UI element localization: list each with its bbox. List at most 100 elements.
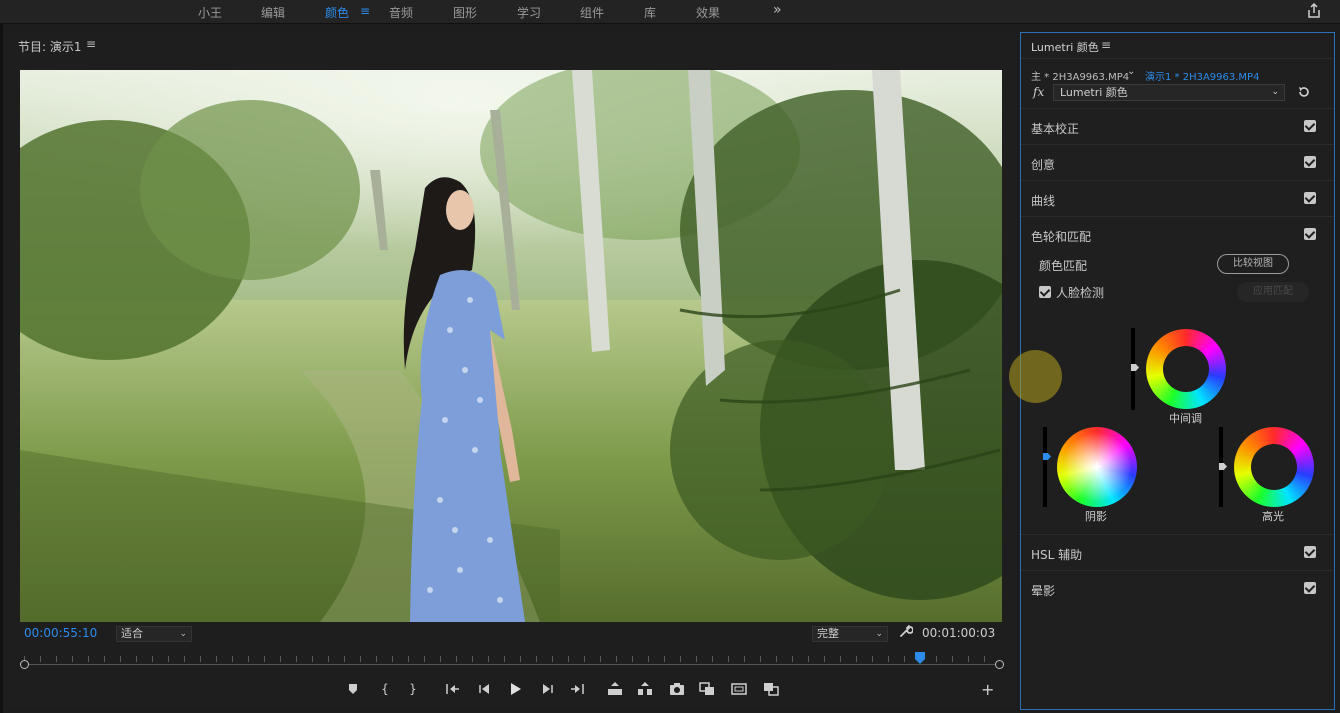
chevron-down-icon[interactable]: ⌄ — [1127, 66, 1135, 77]
workspace-tab-color[interactable]: 颜色 — [325, 4, 349, 21]
shadows-label: 阴影 — [1085, 510, 1107, 523]
lumetri-color-panel: Lumetri 颜色 ≡ 主 * 2H3A9963.MP4 ⌄ 演示1 * 2H… — [1020, 32, 1335, 710]
slider-knob[interactable] — [1131, 364, 1139, 371]
section-enable-checkbox[interactable] — [1304, 120, 1316, 132]
midtones-label: 中间调 — [1169, 412, 1202, 425]
highlights-wheel[interactable] — [1234, 427, 1314, 507]
section-vignette[interactable]: 晕影 — [1021, 570, 1334, 606]
workspace-tab-libraries[interactable]: 库 — [644, 4, 656, 21]
workspace-tab-xiaowang[interactable]: 小王 — [198, 4, 222, 21]
go-to-in-icon[interactable] — [444, 680, 462, 698]
section-label: 创意 — [1031, 158, 1056, 172]
slider-knob[interactable] — [1219, 463, 1227, 470]
face-detection-label: 人脸检测 — [1056, 286, 1105, 300]
section-label: 色轮和匹配 — [1031, 230, 1092, 244]
slider-knob[interactable] — [1043, 453, 1051, 460]
zoom-level-value: 适合 — [121, 627, 143, 640]
left-edge — [0, 0, 3, 713]
program-title[interactable]: 节目: 演示1 — [18, 38, 82, 55]
apply-match-button[interactable]: 应用匹配 — [1237, 282, 1309, 302]
step-forward-icon[interactable] — [538, 680, 556, 698]
out-point-handle[interactable] — [995, 660, 1004, 669]
marker-icon[interactable] — [344, 680, 362, 698]
zoom-level-dropdown[interactable]: 适合 ⌄ — [116, 626, 192, 642]
crosshair-icon: + — [1091, 459, 1103, 475]
section-basic-correction[interactable]: 基本校正 — [1021, 108, 1334, 144]
workspace-tab-assembly[interactable]: 组件 — [580, 4, 604, 21]
double-chevron-right-icon[interactable]: » — [773, 2, 782, 18]
section-curves[interactable]: 曲线 — [1021, 180, 1334, 216]
effect-value: Lumetri 颜色 — [1060, 86, 1128, 99]
lumetri-header: Lumetri 颜色 ≡ — [1021, 33, 1334, 59]
color-match-label: 颜色匹配 — [1039, 259, 1088, 273]
lift-icon[interactable] — [606, 680, 624, 698]
shadows-wheel[interactable]: + — [1057, 427, 1137, 507]
current-timecode[interactable]: 00:00:55:10 — [24, 626, 97, 640]
playback-resolution-value: 完整 — [817, 627, 839, 640]
cursor-highlight — [1009, 350, 1062, 403]
play-icon[interactable] — [506, 680, 524, 698]
workspace-bar: 小王 编辑 颜色 ≡ 音频 图形 学习 组件 库 效果 » — [0, 0, 1340, 24]
go-to-out-icon[interactable] — [568, 680, 586, 698]
section-creative[interactable]: 创意 — [1021, 144, 1334, 180]
section-enable-checkbox[interactable] — [1304, 192, 1316, 204]
video-frame[interactable] — [20, 70, 1002, 622]
hamburger-menu-icon[interactable]: ≡ — [1101, 38, 1111, 52]
ruler-ticks — [24, 656, 998, 662]
extract-icon[interactable] — [636, 680, 654, 698]
hamburger-menu-icon[interactable]: ≡ — [86, 37, 96, 51]
program-header: 节目: 演示1 ≡ — [4, 32, 1016, 58]
workspace-tab-edit[interactable]: 编辑 — [261, 4, 285, 21]
compare-view-icon[interactable] — [698, 680, 716, 698]
shadows-luma-slider[interactable] — [1043, 427, 1051, 507]
workspace-menu-icon[interactable]: ≡ — [360, 4, 370, 18]
playhead-icon[interactable] — [915, 652, 926, 664]
wheel-center — [1251, 444, 1297, 490]
face-detection-checkbox[interactable] — [1039, 286, 1051, 298]
section-hsl-secondary[interactable]: HSL 辅助 — [1021, 534, 1334, 570]
safe-margins-icon[interactable] — [730, 680, 748, 698]
section-enable-checkbox[interactable] — [1304, 156, 1316, 168]
section-enable-checkbox[interactable] — [1304, 582, 1316, 594]
workspace-tab-graphics[interactable]: 图形 — [453, 4, 477, 21]
share-icon[interactable] — [1306, 3, 1322, 19]
proxy-toggle-icon[interactable] — [762, 680, 780, 698]
transport-controls: { } — [334, 680, 784, 700]
video-image — [20, 70, 1002, 622]
fx-icon[interactable]: fx — [1033, 85, 1044, 99]
duration-timecode: 00:01:00:03 — [922, 626, 996, 640]
highlights-luma-slider[interactable] — [1219, 427, 1227, 507]
midtones-wheel[interactable] — [1146, 329, 1226, 409]
mark-in-icon[interactable]: { — [376, 680, 394, 698]
mark-out-icon[interactable]: } — [404, 680, 422, 698]
chevron-down-icon: ⌄ — [1271, 87, 1279, 97]
workspace-tab-effects[interactable]: 效果 — [696, 4, 720, 21]
section-label: HSL 辅助 — [1031, 548, 1083, 562]
wheel-center — [1163, 346, 1209, 392]
master-clip-tab[interactable]: 主 * 2H3A9963.MP4 — [1031, 68, 1129, 83]
playback-resolution-dropdown[interactable]: 完整 ⌄ — [812, 626, 888, 642]
step-back-icon[interactable] — [476, 680, 494, 698]
section-label: 晕影 — [1031, 584, 1056, 598]
add-button[interactable]: + — [981, 681, 994, 699]
compare-view-button[interactable]: 比较视图 — [1217, 254, 1289, 274]
workspace-tab-learn[interactable]: 学习 — [517, 4, 541, 21]
program-monitor: 节目: 演示1 ≡ 00:00:55:10 适合 ⌄ 完整 ⌄ 00:01:00… — [4, 32, 1016, 708]
wrench-icon[interactable] — [899, 624, 913, 638]
camera-icon[interactable] — [668, 680, 686, 698]
in-point-handle[interactable] — [20, 660, 29, 669]
section-label: 基本校正 — [1031, 122, 1080, 136]
highlights-label: 高光 — [1262, 510, 1284, 523]
timeline-ruler[interactable] — [20, 652, 1004, 670]
reset-icon[interactable] — [1297, 85, 1311, 99]
effect-dropdown[interactable]: Lumetri 颜色 ⌄ — [1053, 84, 1285, 101]
lumetri-title[interactable]: Lumetri 颜色 — [1031, 39, 1099, 55]
midtones-luma-slider[interactable] — [1131, 328, 1139, 410]
section-enable-checkbox[interactable] — [1304, 546, 1316, 558]
section-color-wheels-match[interactable]: 色轮和匹配 — [1021, 216, 1334, 252]
section-label: 曲线 — [1031, 194, 1056, 208]
sequence-clip-tab[interactable]: 演示1 * 2H3A9963.MP4 — [1145, 68, 1259, 83]
chevron-down-icon: ⌄ — [875, 629, 883, 639]
workspace-tab-audio[interactable]: 音频 — [389, 4, 413, 21]
section-enable-checkbox[interactable] — [1304, 228, 1316, 240]
